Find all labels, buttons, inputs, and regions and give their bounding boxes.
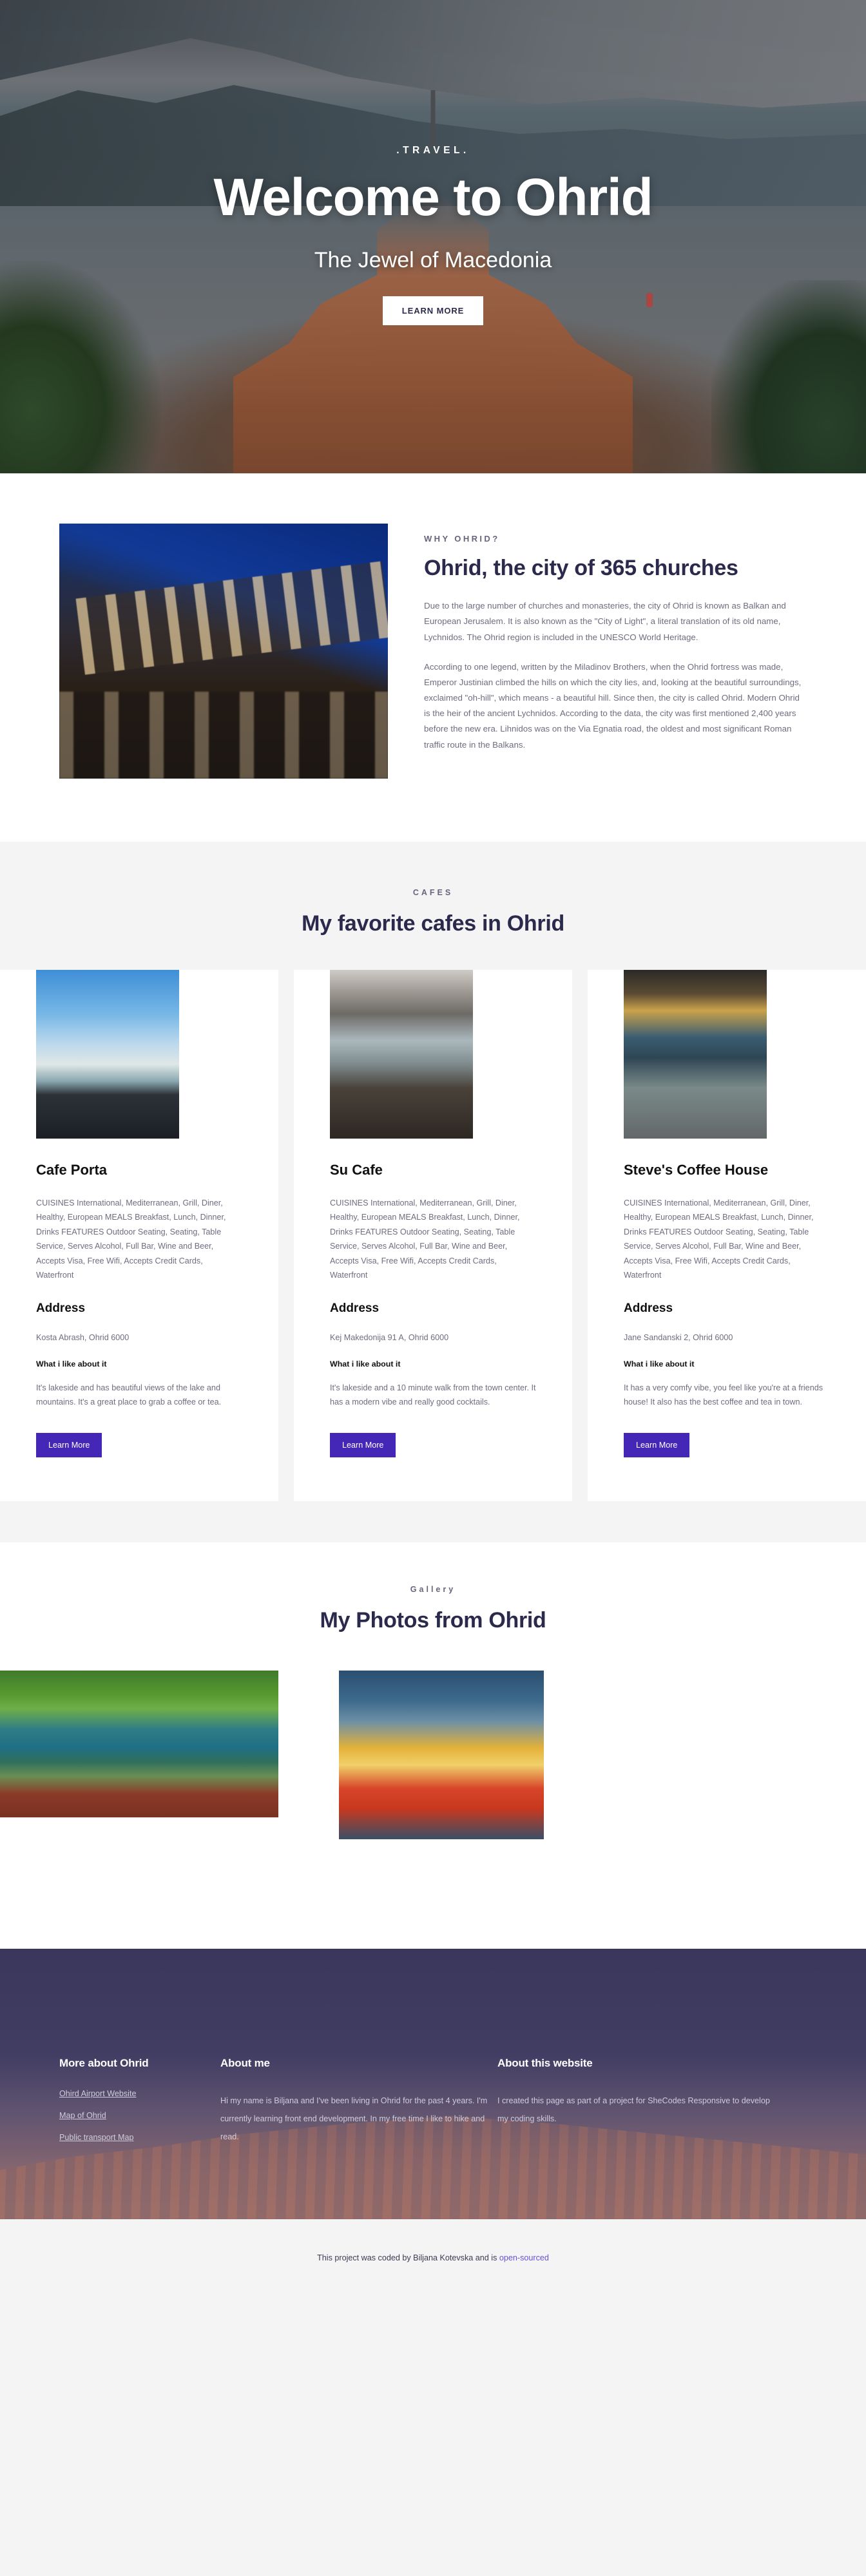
hero-content: .TRAVEL. Welcome to Ohrid The Jewel of M… xyxy=(0,0,866,325)
footer-col3-text: I created this page as part of a project… xyxy=(497,2096,770,2123)
cafe-learn-more-button[interactable]: Learn More xyxy=(330,1432,396,1457)
cafe-address: Kosta Abrash, Ohrid 6000 xyxy=(36,1333,130,1343)
cafes-eyebrow: CAFES xyxy=(412,888,454,897)
why-ohrid-paragraph-1: Due to the large number of churches and … xyxy=(424,601,786,642)
cafe-photo xyxy=(330,970,473,1139)
footer-col2-heading: About me xyxy=(220,2056,270,2069)
gallery-photo-row xyxy=(0,1670,866,1839)
cafe-photo xyxy=(624,970,767,1139)
cafe-card: Cafe Porta CUISINES International, Medit… xyxy=(0,970,278,1501)
cafe-description: CUISINES International, Mediterranean, G… xyxy=(330,1198,520,1280)
footer-link-airport[interactable]: Ohird Airport Website xyxy=(59,2089,220,2098)
footer-columns: More about Ohrid Ohird Airport Website M… xyxy=(59,1949,807,2155)
cafe-name: Steve's Coffee House xyxy=(624,1162,769,1178)
footer-col2-text: Hi my name is Biljana and I've been livi… xyxy=(220,2096,488,2142)
gallery-heading: My Photos from Ohrid xyxy=(320,1607,546,1633)
cafe-description: CUISINES International, Mediterranean, G… xyxy=(624,1198,814,1280)
cafe-like-label: What i like about it xyxy=(624,1359,695,1368)
copyright-text: This project was coded by Biljana Kotevs… xyxy=(317,2253,549,2262)
hero-section: .TRAVEL. Welcome to Ohrid The Jewel of M… xyxy=(0,0,866,473)
footer-column-about-website: About this website I created this page a… xyxy=(497,2057,775,2155)
why-ohrid-text: WHY OHRID? Ohrid, the city of 365 church… xyxy=(424,524,807,753)
cafe-photo xyxy=(36,970,179,1139)
cafe-like-text: It has a very comfy vibe, you feel like … xyxy=(624,1383,823,1407)
cafe-address: Kej Makedonija 91 A, Ohrid 6000 xyxy=(330,1333,449,1343)
gallery-eyebrow: Gallery xyxy=(410,1584,456,1594)
copyright-bar: This project was coded by Biljana Kotevs… xyxy=(0,2219,866,2297)
cafe-learn-more-button[interactable]: Learn More xyxy=(624,1432,690,1457)
why-ohrid-eyebrow: WHY OHRID? xyxy=(424,534,500,544)
open-sourced-link[interactable]: open-sourced xyxy=(499,2253,549,2262)
why-ohrid-grid: WHY OHRID? Ohrid, the city of 365 church… xyxy=(59,524,807,779)
travel-landing-page: .TRAVEL. Welcome to Ohrid The Jewel of M… xyxy=(0,0,866,2297)
cafe-card: Steve's Coffee House CUISINES Internatio… xyxy=(588,970,866,1501)
gallery-photo-old-town-street[interactable] xyxy=(603,1671,866,1824)
why-ohrid-section: WHY OHRID? Ohrid, the city of 365 church… xyxy=(0,473,866,842)
cafe-like-label: What i like about it xyxy=(36,1359,107,1368)
hero-title: Welcome to Ohrid xyxy=(213,168,653,227)
footer-column-more-about: More about Ohrid Ohird Airport Website M… xyxy=(59,2057,220,2155)
footer-link-map[interactable]: Map of Ohrid xyxy=(59,2111,220,2120)
cafes-heading: My favorite cafes in Ohrid xyxy=(302,911,564,936)
hero-eyebrow: .TRAVEL. xyxy=(396,145,470,156)
hero-learn-more-button[interactable]: LEARN MORE xyxy=(382,296,484,325)
saint-sophia-church-photo xyxy=(59,524,388,779)
footer-section: More about Ohrid Ohird Airport Website M… xyxy=(0,1948,866,2219)
footer-col1-heading: More about Ohrid xyxy=(59,2056,149,2069)
gallery-spacer: Gallery My Photos from Ohrid xyxy=(0,1501,866,1949)
why-ohrid-paragraph-2: According to one legend, written by the … xyxy=(424,661,802,750)
cafe-address-label: Address xyxy=(330,1302,380,1316)
gallery-photo-breakfast[interactable] xyxy=(339,1670,544,1839)
cafe-card-row: Cafe Porta CUISINES International, Medit… xyxy=(0,970,866,1501)
footer-column-about-me: About me Hi my name is Biljana and I've … xyxy=(220,2057,497,2155)
cafe-address-label: Address xyxy=(36,1302,86,1316)
cafes-section: CAFES My favorite cafes in Ohrid Cafe Po… xyxy=(0,842,866,1501)
cafe-like-text: It's lakeside and a 10 minute walk from … xyxy=(330,1383,536,1407)
cafe-card: Su Cafe CUISINES International, Mediterr… xyxy=(294,970,572,1501)
copyright-label: This project was coded by Biljana Kotevs… xyxy=(317,2253,499,2262)
cafe-name: Cafe Porta xyxy=(36,1162,108,1178)
cafe-like-label: What i like about it xyxy=(330,1359,401,1368)
footer-col3-heading: About this website xyxy=(497,2056,593,2069)
hero-subtitle: The Jewel of Macedonia xyxy=(314,247,552,272)
cafe-address-label: Address xyxy=(624,1302,673,1316)
cafe-description: CUISINES International, Mediterranean, G… xyxy=(36,1198,226,1280)
footer-link-transport[interactable]: Public transport Map xyxy=(59,2133,220,2142)
cafe-name: Su Cafe xyxy=(330,1162,383,1178)
why-ohrid-heading: Ohrid, the city of 365 churches xyxy=(424,556,738,580)
cafe-like-text: It's lakeside and has beautiful views of… xyxy=(36,1383,222,1407)
cafe-address: Jane Sandanski 2, Ohrid 6000 xyxy=(624,1333,733,1343)
footer-link-list: Ohird Airport Website Map of Ohrid Publi… xyxy=(59,2089,220,2142)
gallery-section: Gallery My Photos from Ohrid xyxy=(0,1542,866,1949)
cafe-learn-more-button[interactable]: Learn More xyxy=(36,1432,102,1457)
gallery-photo-lake-boats[interactable] xyxy=(0,1670,278,1817)
